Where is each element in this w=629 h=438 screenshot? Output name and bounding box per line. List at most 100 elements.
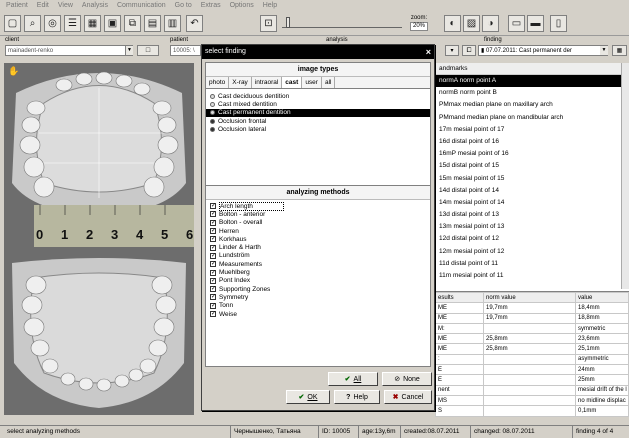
landmark-item[interactable]: 13m mesial point of 13 <box>435 221 629 233</box>
menu-edit[interactable]: Edit <box>37 2 49 9</box>
finding-select[interactable]: ▮ 07.07.2011: Cast permanent der <box>478 45 608 56</box>
contrast-icon[interactable]: ◑ <box>482 15 499 32</box>
method-checkbox[interactable]: ✓ Symmetry <box>206 293 430 301</box>
menu-goto[interactable]: Go to <box>175 2 192 9</box>
method-checkbox[interactable]: ✓ Tonn <box>206 302 430 310</box>
landmark-item[interactable]: PMmand median plane on mandibular arch <box>435 112 629 124</box>
table-row[interactable]: M: symmetric <box>435 322 629 335</box>
method-checkbox[interactable]: ✓ Lundström <box>206 252 430 260</box>
landmarks-scrollbar[interactable] <box>621 63 629 289</box>
tab-cast[interactable]: cast <box>282 77 303 88</box>
method-checkbox[interactable]: ✓ Linder & Harth <box>206 243 430 251</box>
hand-tool-icon[interactable]: ✋ <box>8 66 19 77</box>
tab-all[interactable]: all <box>322 77 336 88</box>
save-icon[interactable]: ▬ <box>527 15 544 32</box>
copy-icon[interactable]: ⧠ <box>462 45 476 56</box>
table-row[interactable]: ME 25,8mm 23,6mm <box>435 333 629 345</box>
landmark-item[interactable]: normA norm point A <box>435 75 629 88</box>
help-button[interactable]: ? Help <box>334 390 380 404</box>
table-row[interactable]: E 25mm <box>435 374 629 386</box>
landmark-item[interactable]: normB norm point B <box>435 87 629 99</box>
landmark-item[interactable]: PMmax median plane on maxillary arch <box>435 99 629 111</box>
menu-communication[interactable]: Communication <box>117 2 166 9</box>
image-icon[interactable]: ▣ <box>104 15 121 32</box>
ok-button[interactable]: ✔ OK <box>286 390 330 404</box>
dropdown-button[interactable]: ▾ <box>445 45 459 56</box>
table-row[interactable]: S 0,1mm <box>435 405 629 417</box>
method-checkbox[interactable]: ✓ Pont Index <box>206 277 430 285</box>
table-row[interactable]: ME 25,8mm 25,1mm <box>435 343 629 355</box>
table-row[interactable]: : asymmetric <box>435 353 629 366</box>
landmark-item[interactable]: 12m mesial point of 12 <box>435 246 629 258</box>
method-checkbox[interactable]: ✓ Herren <box>206 227 430 235</box>
landmark-item[interactable]: 15m mesial point of 15 <box>435 173 629 185</box>
tab-user[interactable]: user <box>302 77 322 88</box>
zoom-slider-handle[interactable] <box>286 17 290 28</box>
search-icon[interactable]: ⌕ <box>24 15 41 32</box>
new-icon[interactable]: ▢ <box>4 15 21 32</box>
settings-icon[interactable]: ◎ <box>44 15 61 32</box>
image-view-icon[interactable]: ▨ <box>463 15 480 32</box>
tab-xray[interactable]: X-ray <box>229 77 252 88</box>
landmark-item[interactable]: 16d distal point of 16 <box>435 136 629 148</box>
list-item[interactable]: Occlusion frontal <box>206 117 430 125</box>
zoom-slider[interactable] <box>282 17 402 28</box>
menu-analysis[interactable]: Analysis <box>82 2 108 9</box>
menu-help[interactable]: Help <box>263 2 277 9</box>
close-icon[interactable]: × <box>426 45 431 59</box>
client-button[interactable]: □ <box>137 45 159 56</box>
cancel-button[interactable]: ✖ Cancel <box>384 390 432 404</box>
list-item[interactable]: Cast deciduous dentition <box>206 92 430 100</box>
method-checkbox[interactable]: ✓ Muehlberg <box>206 268 430 276</box>
list-item[interactable]: Occlusion lateral <box>206 125 430 133</box>
table-row[interactable]: ME 19,7mm 18,8mm <box>435 312 629 324</box>
export-icon[interactable]: ▥ <box>164 15 181 32</box>
landmark-item[interactable]: 13d distal point of 13 <box>435 209 629 221</box>
menu-patient[interactable]: Patient <box>6 2 28 9</box>
color-icon[interactable]: ◐ <box>444 15 461 32</box>
landmark-item[interactable]: 15d distal point of 15 <box>435 160 629 172</box>
method-checkbox[interactable]: ✓ Bolton - anterior <box>206 210 430 218</box>
landmark-item[interactable]: 17m mesial point of 17 <box>435 124 629 136</box>
list-item[interactable]: Cast permanent dentition <box>206 108 430 117</box>
method-checkbox[interactable]: ✓ Korkhaus <box>206 235 430 243</box>
table-row[interactable]: E 24mm <box>435 364 629 376</box>
list-icon[interactable]: ☰ <box>64 15 81 32</box>
list-item[interactable]: Cast mixed dentition <box>206 100 430 108</box>
tab-photo[interactable]: photo <box>206 77 230 88</box>
menu-view[interactable]: View <box>58 2 73 9</box>
select-all-button[interactable]: ✔ All <box>328 372 378 386</box>
patient-field[interactable]: 10005: \ <box>170 45 201 56</box>
method-checkbox[interactable]: ✓ Bolton - overall <box>206 219 430 227</box>
landmark-item[interactable]: 14d distal point of 14 <box>435 185 629 197</box>
chevron-down-icon[interactable]: ▼ <box>125 46 133 55</box>
print-icon[interactable]: ▯ <box>550 15 567 32</box>
table-row[interactable]: nent mesial drift of the l <box>435 384 629 396</box>
table-row[interactable]: ME 19,7mm 18,4mm <box>435 302 629 314</box>
undo-icon[interactable]: ↶ <box>186 15 203 32</box>
landmark-item[interactable]: 11d distal point of 11 <box>435 258 629 270</box>
landmark-item[interactable]: 16mP mesial point of 16 <box>435 148 629 160</box>
method-checkbox[interactable]: ✓ Weise <box>206 310 430 318</box>
finding-options-icon[interactable]: ▦ <box>612 45 627 56</box>
compare-icon[interactable]: ⧉ <box>124 15 141 32</box>
tab-intraoral[interactable]: intraoral <box>252 77 283 88</box>
dental-cast-image[interactable]: 0 1 2 3 4 5 6 <box>4 63 194 415</box>
client-select[interactable]: mainadent-renko <box>5 45 133 56</box>
chart-icon[interactable]: ▤ <box>144 15 161 32</box>
result-norm <box>483 405 576 417</box>
method-checkbox[interactable]: ✓ Arch length <box>206 201 430 211</box>
select-none-button[interactable]: ⊘ None <box>382 372 432 386</box>
menu-options[interactable]: Options <box>230 2 254 9</box>
method-checkbox[interactable]: ✓ Measurements <box>206 260 430 268</box>
chevron-down-icon[interactable]: ▼ <box>600 46 608 55</box>
fit-icon[interactable]: ⊡ <box>260 15 277 32</box>
grid-icon[interactable]: ▦ <box>84 15 101 32</box>
landmark-item[interactable]: 14m mesial point of 14 <box>435 197 629 209</box>
method-checkbox[interactable]: ✓ Supporting Zones <box>206 285 430 293</box>
menu-extras[interactable]: Extras <box>201 2 221 9</box>
window-icon[interactable]: ▭ <box>508 15 525 32</box>
landmark-item[interactable]: 12d distal point of 12 <box>435 233 629 245</box>
table-row[interactable]: MS no midline displac <box>435 394 629 407</box>
landmark-item[interactable]: 11m mesial point of 11 <box>435 270 629 282</box>
